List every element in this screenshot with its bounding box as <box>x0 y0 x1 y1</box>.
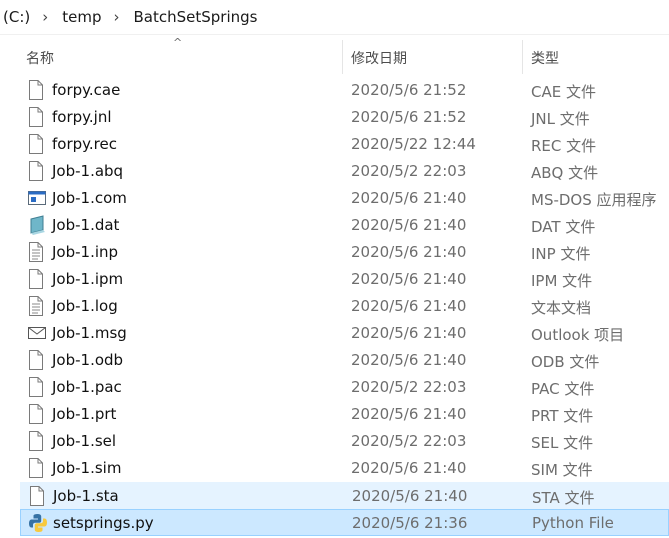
file-name: forpy.cae <box>52 81 121 99</box>
file-row[interactable]: Job-1.abq 2020/5/2 22:03 ABQ 文件 <box>20 158 669 185</box>
file-modified-date: 2020/5/2 22:03 <box>351 432 467 450</box>
column-divider[interactable] <box>522 40 523 74</box>
file-modified-date: 2020/5/6 21:40 <box>351 324 467 342</box>
file-row[interactable]: Job-1.pac 2020/5/2 22:03 PAC 文件 <box>20 374 669 401</box>
file-type: INP 文件 <box>531 245 591 263</box>
file-row[interactable]: Job-1.com 2020/5/6 21:40 MS-DOS 应用程序 <box>20 185 669 212</box>
python-icon <box>28 513 47 533</box>
file-icon <box>27 134 45 154</box>
column-header-date[interactable]: 修改日期 <box>351 48 407 68</box>
file-name: forpy.jnl <box>52 108 112 126</box>
file-type: SEL 文件 <box>531 434 594 452</box>
file-name: Job-1.sel <box>52 432 117 450</box>
breadcrumb: (C:) › temp › BatchSetSprings <box>0 0 669 35</box>
file-icon <box>27 80 45 100</box>
column-header-type[interactable]: 类型 <box>531 48 559 68</box>
file-name: Job-1.sim <box>52 459 122 477</box>
file-icon <box>27 431 45 451</box>
file-modified-date: 2020/5/6 21:40 <box>351 405 467 423</box>
file-icon <box>27 350 45 370</box>
file-modified-date: 2020/5/6 21:40 <box>351 216 467 234</box>
column-header: ^ 名称 修改日期 类型 <box>0 36 669 76</box>
file-type: PAC 文件 <box>531 380 595 398</box>
envelope-icon <box>27 323 46 343</box>
file-row[interactable]: Job-1.odb 2020/5/6 21:40 ODB 文件 <box>20 347 669 374</box>
file-name: Job-1.inp <box>52 243 119 261</box>
file-type: Outlook 项目 <box>531 326 625 344</box>
file-name: Job-1.msg <box>52 324 127 342</box>
file-name: Job-1.dat <box>52 216 120 234</box>
file-type: IPM 文件 <box>531 272 593 290</box>
file-modified-date: 2020/5/2 22:03 <box>351 162 467 180</box>
file-modified-date: 2020/5/6 21:40 <box>351 297 467 315</box>
file-row[interactable]: Job-1.ipm 2020/5/6 21:40 IPM 文件 <box>20 266 669 293</box>
file-icon <box>28 486 46 506</box>
column-header-name[interactable]: 名称 <box>26 48 54 68</box>
file-icon <box>27 107 45 127</box>
file-type: REC 文件 <box>531 137 597 155</box>
file-name: forpy.rec <box>52 135 117 153</box>
file-icon <box>27 458 45 478</box>
file-type: DAT 文件 <box>531 218 596 236</box>
file-type: ODB 文件 <box>531 353 600 371</box>
file-row[interactable]: Job-1.sim 2020/5/6 21:40 SIM 文件 <box>20 455 669 482</box>
file-name: Job-1.abq <box>52 162 124 180</box>
file-modified-date: 2020/5/6 21:36 <box>352 514 468 532</box>
file-modified-date: 2020/5/6 21:40 <box>351 243 467 261</box>
file-type: SIM 文件 <box>531 461 593 479</box>
file-row[interactable]: Job-1.prt 2020/5/6 21:40 PRT 文件 <box>20 401 669 428</box>
text-file-icon <box>27 242 45 262</box>
file-modified-date: 2020/5/6 21:40 <box>351 351 467 369</box>
file-name: Job-1.pac <box>52 378 122 396</box>
file-type: Python File <box>532 514 614 532</box>
file-icon <box>27 269 45 289</box>
file-row[interactable]: Job-1.sel 2020/5/2 22:03 SEL 文件 <box>20 428 669 455</box>
file-row[interactable]: forpy.jnl 2020/5/6 21:52 JNL 文件 <box>20 104 669 131</box>
breadcrumb-segment[interactable]: (C:) <box>0 8 36 26</box>
file-type: MS-DOS 应用程序 <box>531 191 657 209</box>
file-name: Job-1.log <box>52 297 118 315</box>
file-name: Job-1.com <box>52 189 127 207</box>
file-row[interactable]: Job-1.inp 2020/5/6 21:40 INP 文件 <box>20 239 669 266</box>
file-type: STA 文件 <box>532 489 595 507</box>
file-type: 文本文档 <box>531 299 592 317</box>
file-row[interactable]: Job-1.dat 2020/5/6 21:40 DAT 文件 <box>20 212 669 239</box>
file-name: Job-1.odb <box>52 351 124 369</box>
file-name: Job-1.sta <box>53 487 119 505</box>
file-icon <box>27 377 45 397</box>
file-row[interactable]: setsprings.py 2020/5/6 21:36 Python File <box>20 509 669 536</box>
breadcrumb-segment[interactable]: temp <box>54 8 107 26</box>
dat-icon <box>27 215 45 235</box>
file-name: setsprings.py <box>53 514 154 532</box>
sort-ascending-icon: ^ <box>173 36 183 49</box>
file-row[interactable]: forpy.rec 2020/5/22 12:44 REC 文件 <box>20 131 669 158</box>
file-type: CAE 文件 <box>531 83 596 101</box>
file-type: JNL 文件 <box>531 110 590 128</box>
file-icon <box>27 404 45 424</box>
chevron-right-icon[interactable]: › <box>107 8 125 26</box>
file-name: Job-1.ipm <box>52 270 124 288</box>
file-modified-date: 2020/5/6 21:52 <box>351 108 467 126</box>
column-divider[interactable] <box>342 40 343 74</box>
breadcrumb-segment[interactable]: BatchSetSprings <box>125 8 263 26</box>
file-row[interactable]: Job-1.msg 2020/5/6 21:40 Outlook 项目 <box>20 320 669 347</box>
file-modified-date: 2020/5/6 21:40 <box>351 270 467 288</box>
text-file-icon <box>27 296 45 316</box>
file-row[interactable]: Job-1.sta 2020/5/6 21:40 STA 文件 <box>20 482 669 509</box>
file-modified-date: 2020/5/22 12:44 <box>351 135 476 153</box>
file-row[interactable]: forpy.cae 2020/5/6 21:52 CAE 文件 <box>20 77 669 104</box>
msdos-icon <box>27 188 46 208</box>
file-type: ABQ 文件 <box>531 164 599 182</box>
file-modified-date: 2020/5/6 21:40 <box>351 189 467 207</box>
file-modified-date: 2020/5/6 21:52 <box>351 81 467 99</box>
file-name: Job-1.prt <box>52 405 117 423</box>
file-row[interactable]: Job-1.log 2020/5/6 21:40 文本文档 <box>20 293 669 320</box>
file-modified-date: 2020/5/6 21:40 <box>352 487 468 505</box>
file-icon <box>27 161 45 181</box>
file-modified-date: 2020/5/6 21:40 <box>351 459 467 477</box>
file-modified-date: 2020/5/2 22:03 <box>351 378 467 396</box>
chevron-right-icon[interactable]: › <box>36 8 54 26</box>
file-type: PRT 文件 <box>531 407 594 425</box>
